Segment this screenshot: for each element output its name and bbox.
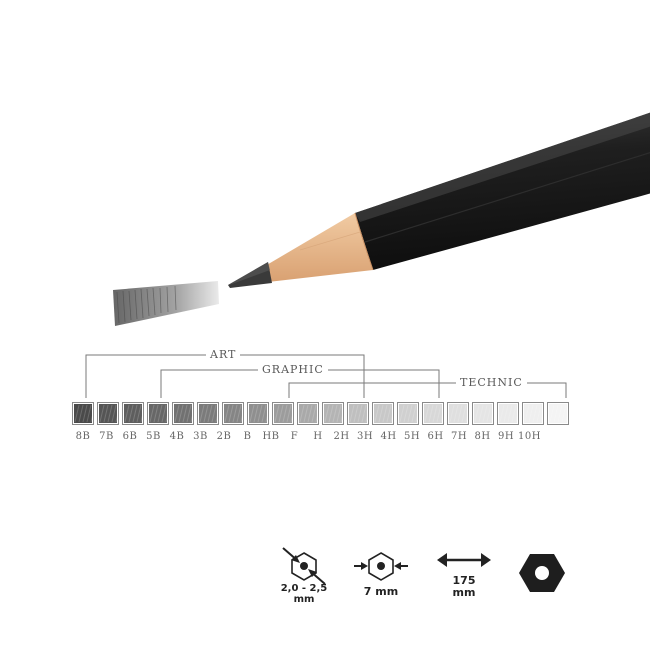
hardness-swatch-6h [447, 402, 471, 425]
hexagon-shape-icon [519, 554, 565, 592]
hardness-swatch-8b [72, 402, 96, 425]
hardness-swatch-3b [197, 402, 221, 425]
length-text: 175 mm [442, 575, 486, 599]
hardness-label-5b: 5B [146, 431, 161, 442]
length-unit: mm [452, 586, 476, 599]
hardness-swatch-8h [497, 402, 521, 425]
group-label-technic: TECHNIC [456, 376, 527, 390]
hardness-swatch-4h [397, 402, 421, 425]
hardness-swatch-7h [472, 402, 496, 425]
hardness-label-row: 8B 7B 6B 5B 4B 3B 2B B HB F H 2H 3H 4H 5H 6H 7H 8H 9H 10H [72, 431, 542, 442]
hardness-swatch-2b [222, 402, 246, 425]
hardness-swatch-6b [122, 402, 146, 425]
body-diameter-icon [354, 552, 408, 581]
group-label-graphic: GRAPHIC [258, 363, 328, 377]
hardness-swatch-b [247, 402, 271, 425]
hardness-label-7b: 7B [99, 431, 114, 442]
hardness-swatch-10h [547, 402, 571, 425]
length-arrow-icon [437, 553, 491, 567]
hardness-label-5h: 5H [403, 431, 421, 442]
hardness-label-3h: 3H [356, 431, 374, 442]
hardness-label-6h: 6H [427, 431, 444, 442]
pencil-illustration [85, 112, 650, 592]
hardness-label-h: H [313, 431, 323, 442]
hardness-swatch-2h [347, 402, 371, 425]
hardness-label-8h: 8H [474, 431, 491, 442]
lead-diameter-value: 2,0 - 2,5 [280, 583, 328, 594]
group-label-art: ART [206, 348, 241, 362]
body-diameter-value: 7 mm [363, 585, 399, 598]
hardness-swatch-4b [172, 402, 196, 425]
graphite-stroke-sample [113, 281, 219, 326]
hardness-label-7h: 7H [450, 431, 468, 442]
hardness-label-2b: 2B [216, 431, 232, 442]
hardness-swatch-5b [147, 402, 171, 425]
hardness-label-6b: 6B [122, 431, 138, 442]
hardness-label-b: B [243, 431, 252, 442]
hardness-label-9h: 9H [497, 431, 515, 442]
hardness-swatch-h [322, 402, 346, 425]
hardness-label-2h: 2H [333, 431, 350, 442]
hardness-label-4b: 4B [169, 431, 185, 442]
hardness-swatch-3h [372, 402, 396, 425]
hardness-swatch-5h [422, 402, 446, 425]
hardness-label-3b: 3B [193, 431, 208, 442]
lead-diameter-icon [282, 547, 326, 585]
hardness-swatch-f [297, 402, 321, 425]
hardness-label-f: F [290, 431, 299, 442]
hardness-label-hb: HB [262, 431, 280, 442]
lead-diameter-text: 2,0 - 2,5 mm [276, 583, 332, 605]
body-diameter-text: 7 mm [356, 586, 406, 597]
hardness-swatch-hb [272, 402, 296, 425]
hardness-label-4h: 4H [380, 431, 397, 442]
hardness-label-8b: 8B [75, 431, 91, 442]
pencil-wood-tip [265, 213, 373, 282]
lead-diameter-unit: mm [293, 594, 315, 605]
hardness-swatch-row [72, 402, 572, 427]
hardness-swatch-9h [522, 402, 546, 425]
hardness-label-10h: 10H [518, 431, 541, 442]
hardness-swatch-7b [97, 402, 121, 425]
